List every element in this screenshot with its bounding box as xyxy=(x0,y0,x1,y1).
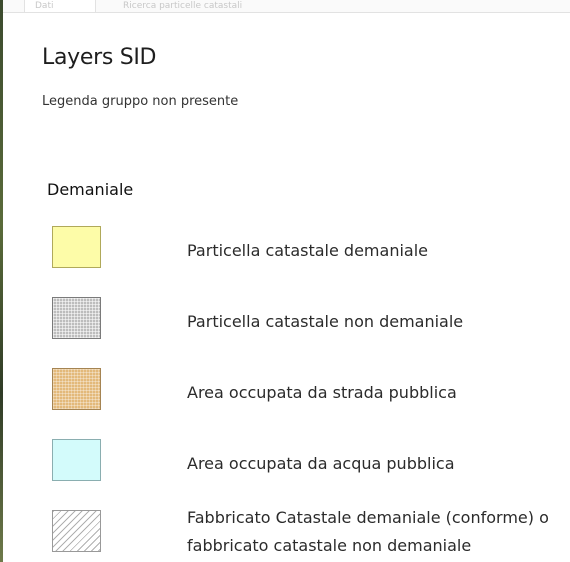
legend-item-label: Area occupata da acqua pubblica xyxy=(187,454,455,473)
legend-item-label: Particella catastale demaniale xyxy=(187,241,428,260)
legend-item-label: Particella catastale non demaniale xyxy=(187,312,464,331)
panel-title: Layers SID xyxy=(42,45,157,70)
hatched-swatch-icon xyxy=(52,510,101,552)
tab-bar: Dati Ricerca particelle catastali xyxy=(3,0,570,13)
legend-item: Fabbricato Catastale demaniale (conforme… xyxy=(52,508,562,560)
legend-item-label: Area occupata da strada pubblica xyxy=(187,383,457,402)
legend-group-title: Demaniale xyxy=(47,180,134,199)
legend-item-label: Fabbricato Catastale demaniale (conforme… xyxy=(187,508,549,555)
legend-item: Area occupata da strada pubblica xyxy=(52,368,562,418)
grey-grid-swatch-icon xyxy=(52,297,101,339)
tab-active[interactable]: Dati xyxy=(24,0,96,12)
legend-item: Area occupata da acqua pubblica xyxy=(52,439,562,489)
map-edge xyxy=(0,0,3,562)
tan-dotted-swatch-icon xyxy=(52,368,101,410)
light-cyan-swatch-icon xyxy=(52,439,101,481)
tab-inactive[interactable]: Ricerca particelle catastali xyxy=(113,0,343,12)
yellow-swatch-icon xyxy=(52,226,101,268)
legend-item: Particella catastale demaniale xyxy=(52,226,562,276)
legend-item: Particella catastale non demaniale xyxy=(52,297,562,347)
panel-subtitle: Legenda gruppo non presente xyxy=(42,94,239,109)
